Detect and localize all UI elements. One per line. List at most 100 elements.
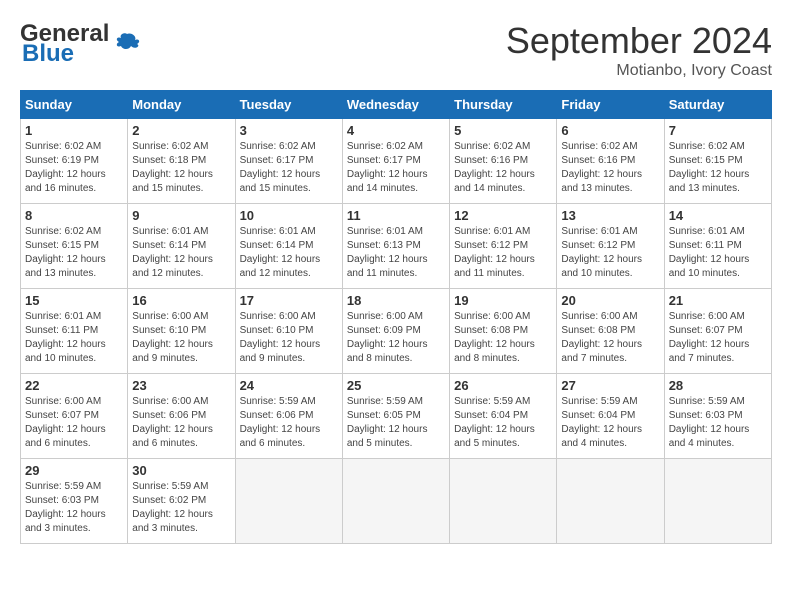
sunrise-label: Sunrise: 6:01 AM xyxy=(240,226,316,237)
day-info: Sunrise: 6:01 AM Sunset: 6:14 PM Dayligh… xyxy=(132,225,230,281)
day-number: 2 xyxy=(132,123,230,138)
daylight-label: Daylight: 12 hours and 7 minutes. xyxy=(669,339,750,364)
day-info: Sunrise: 6:02 AM Sunset: 6:16 PM Dayligh… xyxy=(454,140,552,196)
sunset-label: Sunset: 6:19 PM xyxy=(25,155,99,166)
day-number: 13 xyxy=(561,208,659,223)
header-col-wednesday: Wednesday xyxy=(342,91,449,119)
daylight-label: Daylight: 12 hours and 4 minutes. xyxy=(669,424,750,449)
day-number: 10 xyxy=(240,208,338,223)
day-info: Sunrise: 6:02 AM Sunset: 6:17 PM Dayligh… xyxy=(347,140,445,196)
sunrise-label: Sunrise: 6:01 AM xyxy=(132,226,208,237)
sunrise-label: Sunrise: 6:00 AM xyxy=(132,311,208,322)
day-cell xyxy=(557,459,664,544)
day-number: 3 xyxy=(240,123,338,138)
sunset-label: Sunset: 6:17 PM xyxy=(240,155,314,166)
day-cell: 19 Sunrise: 6:00 AM Sunset: 6:08 PM Dayl… xyxy=(450,289,557,374)
sunrise-label: Sunrise: 6:01 AM xyxy=(454,226,530,237)
sunset-label: Sunset: 6:10 PM xyxy=(132,325,206,336)
title-block: September 2024 Motianbo, Ivory Coast xyxy=(506,20,772,80)
calendar-table: SundayMondayTuesdayWednesdayThursdayFrid… xyxy=(20,90,772,544)
day-info: Sunrise: 6:01 AM Sunset: 6:14 PM Dayligh… xyxy=(240,225,338,281)
daylight-label: Daylight: 12 hours and 14 minutes. xyxy=(347,169,428,194)
header-col-monday: Monday xyxy=(128,91,235,119)
sunset-label: Sunset: 6:02 PM xyxy=(132,495,206,506)
header-col-saturday: Saturday xyxy=(664,91,771,119)
sunrise-label: Sunrise: 5:59 AM xyxy=(669,396,745,407)
day-cell: 12 Sunrise: 6:01 AM Sunset: 6:12 PM Dayl… xyxy=(450,204,557,289)
day-number: 16 xyxy=(132,293,230,308)
sunset-label: Sunset: 6:18 PM xyxy=(132,155,206,166)
sunrise-label: Sunrise: 6:00 AM xyxy=(25,396,101,407)
daylight-label: Daylight: 12 hours and 7 minutes. xyxy=(561,339,642,364)
logo-bird-icon xyxy=(113,30,141,58)
day-cell: 18 Sunrise: 6:00 AM Sunset: 6:09 PM Dayl… xyxy=(342,289,449,374)
day-info: Sunrise: 6:02 AM Sunset: 6:18 PM Dayligh… xyxy=(132,140,230,196)
day-cell: 3 Sunrise: 6:02 AM Sunset: 6:17 PM Dayli… xyxy=(235,119,342,204)
day-cell: 15 Sunrise: 6:01 AM Sunset: 6:11 PM Dayl… xyxy=(21,289,128,374)
sunrise-label: Sunrise: 6:00 AM xyxy=(132,396,208,407)
day-info: Sunrise: 5:59 AM Sunset: 6:06 PM Dayligh… xyxy=(240,395,338,451)
sunset-label: Sunset: 6:07 PM xyxy=(669,325,743,336)
day-cell: 8 Sunrise: 6:02 AM Sunset: 6:15 PM Dayli… xyxy=(21,204,128,289)
day-info: Sunrise: 6:00 AM Sunset: 6:10 PM Dayligh… xyxy=(132,310,230,366)
day-number: 26 xyxy=(454,378,552,393)
sunset-label: Sunset: 6:15 PM xyxy=(669,155,743,166)
location: Motianbo, Ivory Coast xyxy=(506,62,772,80)
day-cell: 1 Sunrise: 6:02 AM Sunset: 6:19 PM Dayli… xyxy=(21,119,128,204)
day-cell: 23 Sunrise: 6:00 AM Sunset: 6:06 PM Dayl… xyxy=(128,374,235,459)
sunrise-label: Sunrise: 6:01 AM xyxy=(561,226,637,237)
day-cell: 21 Sunrise: 6:00 AM Sunset: 6:07 PM Dayl… xyxy=(664,289,771,374)
day-info: Sunrise: 6:02 AM Sunset: 6:15 PM Dayligh… xyxy=(25,225,123,281)
daylight-label: Daylight: 12 hours and 10 minutes. xyxy=(669,254,750,279)
day-info: Sunrise: 5:59 AM Sunset: 6:02 PM Dayligh… xyxy=(132,480,230,536)
sunrise-label: Sunrise: 6:02 AM xyxy=(561,141,637,152)
sunrise-label: Sunrise: 6:02 AM xyxy=(347,141,423,152)
daylight-label: Daylight: 12 hours and 12 minutes. xyxy=(132,254,213,279)
daylight-label: Daylight: 12 hours and 8 minutes. xyxy=(454,339,535,364)
day-number: 7 xyxy=(669,123,767,138)
day-cell xyxy=(342,459,449,544)
sunrise-label: Sunrise: 6:01 AM xyxy=(25,311,101,322)
sunset-label: Sunset: 6:04 PM xyxy=(454,410,528,421)
sunrise-label: Sunrise: 6:02 AM xyxy=(669,141,745,152)
day-info: Sunrise: 6:01 AM Sunset: 6:12 PM Dayligh… xyxy=(561,225,659,281)
sunrise-label: Sunrise: 6:02 AM xyxy=(454,141,530,152)
day-info: Sunrise: 6:00 AM Sunset: 6:08 PM Dayligh… xyxy=(561,310,659,366)
day-cell: 6 Sunrise: 6:02 AM Sunset: 6:16 PM Dayli… xyxy=(557,119,664,204)
sunrise-label: Sunrise: 6:00 AM xyxy=(561,311,637,322)
sunset-label: Sunset: 6:04 PM xyxy=(561,410,635,421)
daylight-label: Daylight: 12 hours and 13 minutes. xyxy=(25,254,106,279)
day-cell: 7 Sunrise: 6:02 AM Sunset: 6:15 PM Dayli… xyxy=(664,119,771,204)
day-info: Sunrise: 5:59 AM Sunset: 6:04 PM Dayligh… xyxy=(454,395,552,451)
daylight-label: Daylight: 12 hours and 15 minutes. xyxy=(132,169,213,194)
logo: General Blue xyxy=(20,20,141,68)
sunrise-label: Sunrise: 5:59 AM xyxy=(561,396,637,407)
day-number: 29 xyxy=(25,463,123,478)
day-info: Sunrise: 5:59 AM Sunset: 6:05 PM Dayligh… xyxy=(347,395,445,451)
sunset-label: Sunset: 6:16 PM xyxy=(561,155,635,166)
sunset-label: Sunset: 6:11 PM xyxy=(669,240,742,251)
day-info: Sunrise: 6:02 AM Sunset: 6:17 PM Dayligh… xyxy=(240,140,338,196)
day-info: Sunrise: 6:02 AM Sunset: 6:16 PM Dayligh… xyxy=(561,140,659,196)
day-cell: 4 Sunrise: 6:02 AM Sunset: 6:17 PM Dayli… xyxy=(342,119,449,204)
sunrise-label: Sunrise: 5:59 AM xyxy=(454,396,530,407)
sunset-label: Sunset: 6:09 PM xyxy=(347,325,421,336)
sunrise-label: Sunrise: 6:00 AM xyxy=(347,311,423,322)
week-row-4: 22 Sunrise: 6:00 AM Sunset: 6:07 PM Dayl… xyxy=(21,374,772,459)
month-title: September 2024 xyxy=(506,20,772,62)
day-cell: 20 Sunrise: 6:00 AM Sunset: 6:08 PM Dayl… xyxy=(557,289,664,374)
day-cell: 24 Sunrise: 5:59 AM Sunset: 6:06 PM Dayl… xyxy=(235,374,342,459)
sunset-label: Sunset: 6:03 PM xyxy=(25,495,99,506)
daylight-label: Daylight: 12 hours and 8 minutes. xyxy=(347,339,428,364)
day-info: Sunrise: 5:59 AM Sunset: 6:04 PM Dayligh… xyxy=(561,395,659,451)
sunrise-label: Sunrise: 6:00 AM xyxy=(669,311,745,322)
sunset-label: Sunset: 6:15 PM xyxy=(25,240,99,251)
day-cell: 5 Sunrise: 6:02 AM Sunset: 6:16 PM Dayli… xyxy=(450,119,557,204)
day-number: 17 xyxy=(240,293,338,308)
day-number: 30 xyxy=(132,463,230,478)
daylight-label: Daylight: 12 hours and 11 minutes. xyxy=(454,254,535,279)
day-cell: 2 Sunrise: 6:02 AM Sunset: 6:18 PM Dayli… xyxy=(128,119,235,204)
sunset-label: Sunset: 6:10 PM xyxy=(240,325,314,336)
day-number: 27 xyxy=(561,378,659,393)
day-number: 4 xyxy=(347,123,445,138)
